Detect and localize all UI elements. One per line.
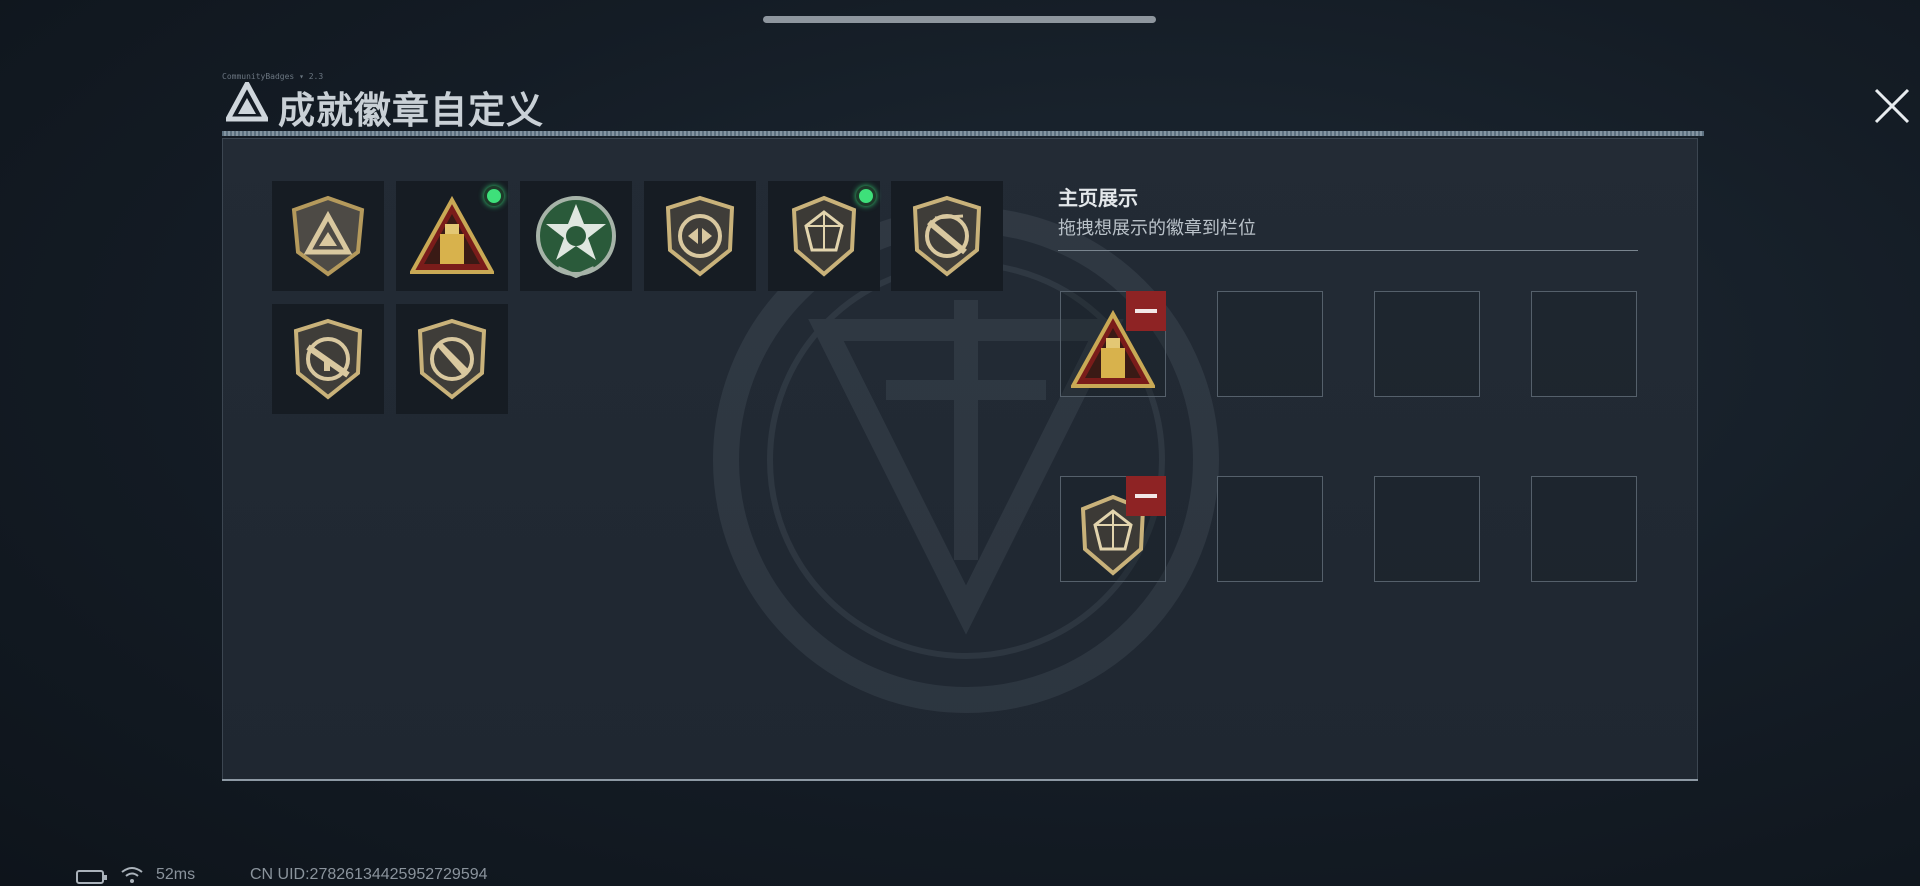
triangle-logo-icon [226, 82, 268, 122]
showcase-slot-2-4[interactable] [1531, 476, 1637, 582]
triangle-usb-icon [410, 195, 494, 274]
ping-text: 52ms [156, 866, 196, 883]
panel-bottom-edge [222, 779, 1698, 781]
badge-shield-knife-circle[interactable] [396, 304, 508, 414]
shield-triangle-icon [291, 195, 365, 277]
showcase-subtitle: 拖拽想展示的徽章到栏位 [1058, 218, 1256, 238]
showcase-slot-2-1[interactable] [1060, 476, 1166, 582]
badge-shield-rifle-crossed[interactable] [891, 181, 1003, 291]
showcase-slot-2-3[interactable] [1374, 476, 1480, 582]
showcase-slot-2-2[interactable] [1217, 476, 1323, 582]
shield-diamond-arrows-icon [665, 195, 735, 277]
home-indicator [763, 16, 1156, 23]
remove-badge-button[interactable] [1126, 476, 1166, 516]
showcase-slot-1-4[interactable] [1531, 291, 1637, 397]
uid-text: CN UID:2782613442595272959​4 [250, 866, 488, 883]
badge-triangle-usb[interactable] [396, 181, 508, 291]
shield-gem-icon [791, 195, 857, 277]
close-button[interactable] [1868, 82, 1916, 130]
title-divider [222, 131, 1704, 136]
green-star-seal-icon [536, 196, 616, 278]
badge-shield-rifle-circle[interactable] [272, 304, 384, 414]
title-bar: CommunityBadges ▾ 2.3 成就徽章自定义 [222, 72, 1910, 136]
showcase-title: 主页展示 [1058, 188, 1138, 210]
shield-knife-circle-icon [417, 318, 487, 400]
badge-green-star-seal[interactable] [520, 181, 632, 291]
shield-rifle-crossed-icon [912, 195, 982, 277]
shield-rifle-circle-icon [293, 318, 363, 400]
showcase-slot-1-3[interactable] [1374, 291, 1480, 397]
new-indicator-dot [484, 186, 504, 206]
page-title: 成就徽章自定义 [278, 90, 544, 131]
remove-badge-button[interactable] [1126, 291, 1166, 331]
new-indicator-dot [856, 186, 876, 206]
showcase-slot-1-1[interactable] [1060, 291, 1166, 397]
wifi-icon [121, 867, 143, 883]
badge-shield-triangle[interactable] [272, 181, 384, 291]
badge-shield-gem[interactable] [768, 181, 880, 291]
badge-shield-diamond-arrows[interactable] [644, 181, 756, 291]
battery-icon [76, 870, 107, 884]
showcase-divider [1058, 250, 1638, 251]
showcase-slot-1-2[interactable] [1217, 291, 1323, 397]
